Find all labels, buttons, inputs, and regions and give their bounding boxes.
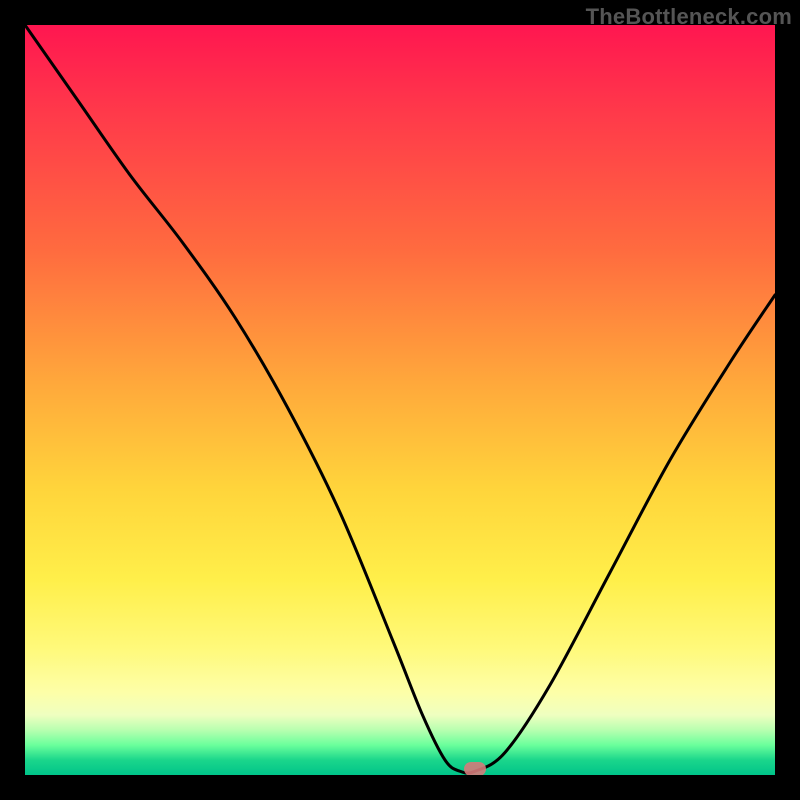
optimal-point-marker <box>464 762 486 775</box>
attribution-text: TheBottleneck.com <box>586 4 792 30</box>
chart-frame: TheBottleneck.com <box>0 0 800 800</box>
bottleneck-curve <box>25 25 775 775</box>
plot-area <box>25 25 775 775</box>
